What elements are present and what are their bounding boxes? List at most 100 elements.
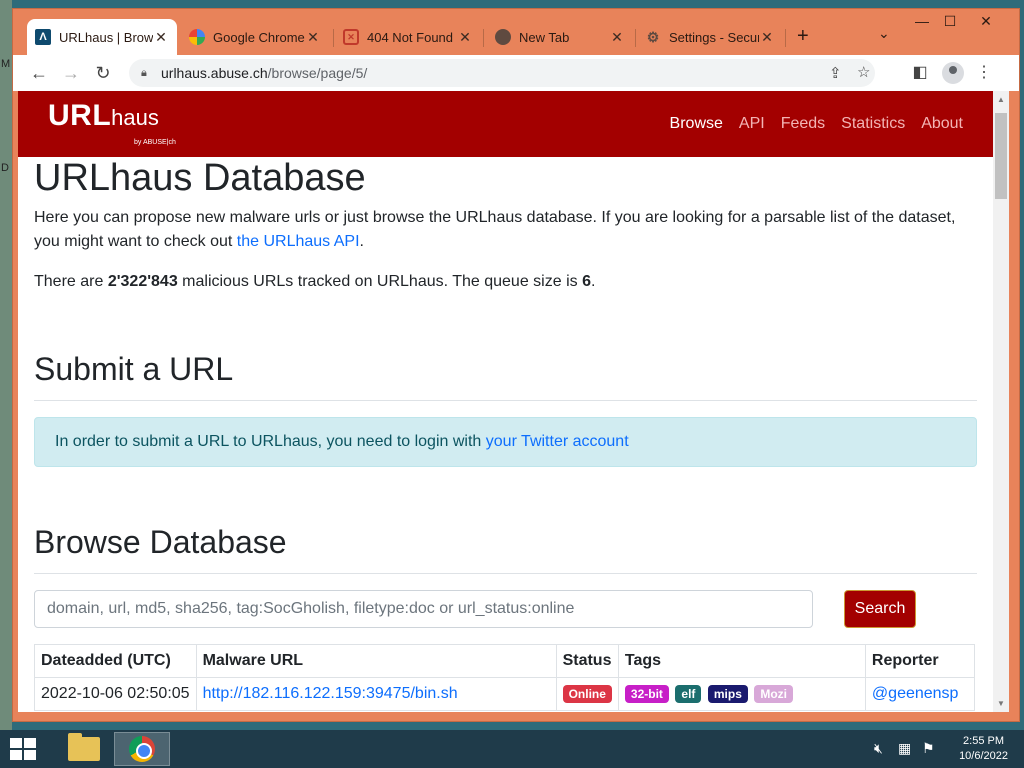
windows-start-icon[interactable] bbox=[10, 738, 38, 762]
browser-window: Λ URLhaus | Brows ✕ Google Chrome ✕ ✕ 40… bbox=[12, 8, 1020, 722]
nav-about[interactable]: About bbox=[921, 115, 963, 133]
tab-search-chevron-icon[interactable]: ⌄ bbox=[878, 25, 890, 42]
bookmark-star-icon[interactable]: ☆ bbox=[857, 63, 870, 81]
submit-alert: In order to submit a URL to URLhaus, you… bbox=[34, 417, 977, 467]
gear-icon: ⚙ bbox=[646, 28, 660, 45]
new-tab-plus-icon[interactable]: + bbox=[797, 26, 809, 46]
urlhaus-logo[interactable]: URLhaus by ABUSE|ch bbox=[48, 99, 176, 146]
url-host: urlhaus.abuse.ch bbox=[161, 65, 268, 81]
search-row: Search bbox=[34, 590, 977, 628]
row-reporter-link[interactable]: @geenensp bbox=[872, 685, 959, 702]
back-arrow-icon[interactable]: ← bbox=[27, 63, 51, 83]
tab-title: Settings - Secur bbox=[669, 29, 759, 45]
close-icon[interactable]: ✕ bbox=[305, 29, 321, 46]
chrome-taskbar-button[interactable] bbox=[114, 732, 170, 766]
close-icon[interactable]: ✕ bbox=[153, 29, 169, 46]
site-navbar: URLhaus by ABUSE|ch Browse API Feeds Sta… bbox=[18, 91, 993, 157]
tag-badge[interactable]: 32-bit bbox=[624, 685, 669, 703]
row-date: 2022-10-06 02:50:05 bbox=[34, 677, 197, 711]
tag-badge[interactable]: Mozi bbox=[754, 685, 793, 703]
tab-separator bbox=[635, 29, 636, 47]
tab-urlhaus[interactable]: Λ URLhaus | Brows ✕ bbox=[27, 19, 177, 55]
folder-icon bbox=[68, 733, 100, 761]
url-path: /browse/page/5/ bbox=[267, 65, 368, 81]
nav-feeds[interactable]: Feeds bbox=[781, 115, 825, 133]
scroll-down-arrow-icon[interactable]: ▼ bbox=[997, 699, 1005, 708]
action-center-flag-icon[interactable]: ⚑ bbox=[922, 740, 935, 757]
col-malware-url: Malware URL bbox=[195, 644, 557, 678]
tab-title: Google Chrome bbox=[213, 29, 305, 45]
page-scrollbar[interactable]: ▲ ▼ bbox=[993, 91, 1009, 712]
row-url-link[interactable]: http://182.116.122.159:39475/bin.sh bbox=[203, 685, 458, 702]
tab-title: New Tab bbox=[519, 29, 570, 45]
tab-separator bbox=[785, 29, 786, 47]
urlhaus-favicon: Λ bbox=[35, 29, 51, 45]
logo-sub: haus bbox=[111, 105, 159, 130]
share-icon[interactable]: ⇪ bbox=[829, 64, 842, 82]
tab-separator bbox=[483, 29, 484, 47]
col-reporter: Reporter bbox=[864, 644, 976, 678]
twitter-login-link[interactable]: your Twitter account bbox=[486, 433, 629, 451]
reload-icon[interactable]: ↻ bbox=[91, 63, 115, 83]
table-row: 2022-10-06 02:50:05 http://182.116.122.1… bbox=[34, 677, 976, 711]
google-g-icon bbox=[189, 29, 205, 45]
maximize-icon[interactable]: ☐ bbox=[935, 13, 965, 30]
scroll-up-arrow-icon[interactable]: ▲ bbox=[997, 95, 1005, 104]
nav-browse[interactable]: Browse bbox=[670, 115, 723, 133]
search-button[interactable]: Search bbox=[844, 590, 916, 628]
page-viewport: URLhaus by ABUSE|ch Browse API Feeds Sta… bbox=[18, 91, 993, 712]
chrome-icon bbox=[495, 29, 511, 45]
url-count: 2'322'843 bbox=[107, 273, 178, 290]
profile-avatar-icon[interactable] bbox=[942, 62, 964, 84]
close-icon[interactable]: ✕ bbox=[759, 29, 775, 46]
desktop-edge: M D bbox=[0, 0, 12, 730]
search-input[interactable] bbox=[34, 590, 813, 628]
nav-api[interactable]: API bbox=[739, 115, 765, 133]
desktop-letter: M bbox=[1, 58, 11, 70]
minimize-icon[interactable]: — bbox=[907, 13, 937, 29]
taskbar-clock[interactable]: 2:55 PM 10/6/2022 bbox=[959, 734, 1008, 764]
tab-google-chrome[interactable]: Google Chrome ✕ bbox=[181, 19, 329, 55]
scrollbar-thumb[interactable] bbox=[995, 113, 1007, 199]
status-badge: Online bbox=[562, 685, 612, 703]
tab-settings[interactable]: ⚙ Settings - Secur ✕ bbox=[637, 19, 783, 55]
submit-heading: Submit a URL bbox=[34, 350, 977, 401]
page-title: URLhaus Database bbox=[34, 157, 366, 199]
more-menu-icon[interactable]: ⋮ bbox=[973, 62, 995, 82]
window-close-icon[interactable]: ✕ bbox=[971, 13, 1001, 30]
tab-new-tab[interactable]: New Tab ✕ bbox=[487, 19, 633, 55]
side-panel-icon[interactable]: ◧ bbox=[909, 62, 931, 82]
logo-by: by ABUSE|ch bbox=[134, 139, 176, 146]
network-icon[interactable]: ▦ bbox=[898, 740, 911, 757]
forward-arrow-icon[interactable]: → bbox=[59, 63, 83, 83]
main-content: URLhaus Database Here you can propose ne… bbox=[18, 156, 993, 711]
lock-icon: 🔒︎ bbox=[141, 66, 147, 79]
close-icon[interactable]: ✕ bbox=[609, 29, 625, 46]
clock-date: 10/6/2022 bbox=[959, 750, 1008, 762]
intro-text: Here you can propose new malware urls or… bbox=[34, 209, 956, 250]
tag-badge[interactable]: elf bbox=[675, 685, 702, 703]
col-dateadded: Dateadded (UTC) bbox=[34, 644, 197, 678]
browser-toolbar: ← → ↻ 🔒︎ urlhaus.abuse.ch/browse/page/5/… bbox=[13, 55, 1019, 91]
nav-statistics[interactable]: Statistics bbox=[841, 115, 905, 133]
malware-table: Dateadded (UTC) Malware URL Status Tags … bbox=[34, 644, 976, 711]
tab-title: URLhaus | Brows bbox=[59, 29, 153, 45]
file-explorer-taskbar-button[interactable] bbox=[56, 732, 112, 766]
tab-title: 404 Not Found bbox=[367, 29, 454, 45]
api-link[interactable]: the URLhaus API bbox=[237, 233, 360, 250]
browse-heading: Browse Database bbox=[34, 523, 977, 574]
desktop-letter: D bbox=[1, 162, 9, 174]
tab-404[interactable]: ✕ 404 Not Found ✕ bbox=[335, 19, 481, 55]
taskbar: 🔇︎ ▦ ⚑ 2:55 PM 10/6/2022 bbox=[0, 730, 1024, 768]
col-status: Status bbox=[555, 644, 619, 678]
site-nav-links: Browse API Feeds Statistics About bbox=[670, 115, 963, 133]
chrome-icon bbox=[129, 736, 155, 762]
close-icon[interactable]: ✕ bbox=[457, 29, 473, 46]
address-bar[interactable]: 🔒︎ urlhaus.abuse.ch/browse/page/5/ ⇪ ☆ bbox=[129, 59, 875, 87]
volume-muted-icon[interactable]: 🔇︎ bbox=[874, 740, 883, 757]
tag-badge[interactable]: mips bbox=[707, 685, 748, 703]
logo-main: URL bbox=[48, 99, 112, 132]
stats-text: There are 2'322'843 malicious URLs track… bbox=[34, 273, 596, 290]
tab-strip: Λ URLhaus | Brows ✕ Google Chrome ✕ ✕ 40… bbox=[13, 9, 1019, 55]
row-tags: 32-bit elf mips Mozi bbox=[617, 677, 866, 711]
